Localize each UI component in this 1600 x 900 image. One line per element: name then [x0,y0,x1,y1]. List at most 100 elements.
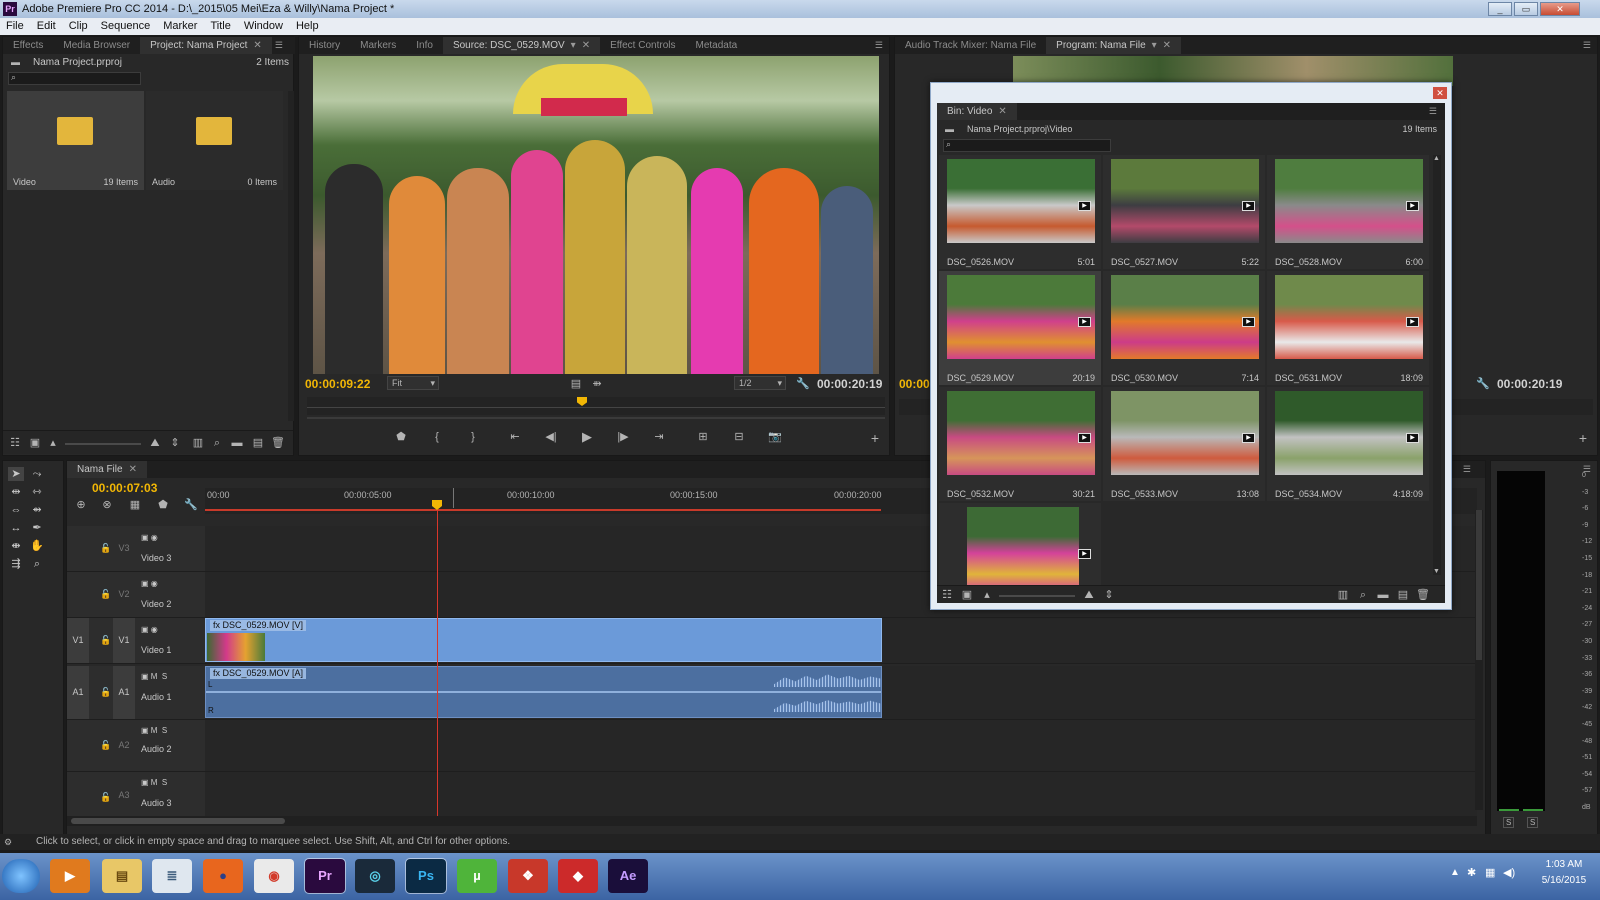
bin-thumbnail[interactable]: ▶Nama File20:19 [939,503,1101,585]
drag-video-icon[interactable]: ▤ [566,376,586,392]
after-effects-taskbar-icon[interactable]: Ae [608,859,648,893]
fit-select[interactable]: Fit ▾ [387,376,439,390]
video-clip[interactable]: fx DSC_0529.MOV [V] [205,618,882,662]
slide-tool-icon[interactable]: ⇼ [8,539,24,553]
close-tab-icon[interactable]: ✕ [129,464,137,475]
bin-audio[interactable]: Audio 0 Items [146,91,283,190]
new-item-icon[interactable]: ▤ [1393,587,1413,603]
solo-button[interactable]: S [162,726,167,735]
show-hidden-icons-icon[interactable]: ▲ [1450,867,1460,878]
tab-bin-video[interactable]: Bin: Video ✕ [937,103,1017,120]
automate-icon[interactable]: ▥ [188,435,208,451]
new-item-icon[interactable]: ▤ [248,435,268,451]
menu-help[interactable]: Help [290,18,326,35]
mute-button[interactable]: M [151,778,158,787]
playhead-marker-icon[interactable] [577,397,587,406]
track-forward-tool-icon[interactable]: ⇶ [8,557,24,571]
list-view-icon[interactable]: ☷ [937,587,957,603]
add-marker-icon[interactable]: ⬟ [153,497,173,513]
timeline-timecode[interactable]: 00:00:07:03 [92,481,157,495]
bin-thumbnail[interactable]: ▶ DSC_0529.MOV 20:19 [939,271,1101,385]
close-tab-icon[interactable]: ✕ [998,106,1006,117]
photoshop-taskbar-icon[interactable]: Ps [405,858,447,894]
track-lane-a3[interactable] [205,772,1477,820]
bin-search-input[interactable]: ⌕ [943,139,1111,152]
project-scrollbar[interactable] [288,91,294,421]
tab-markers[interactable]: Markers [350,37,406,54]
panel-menu-icon[interactable]: ☰ [275,40,283,51]
add-marker-icon[interactable]: ⬟ [391,429,411,445]
menu-marker[interactable]: Marker [157,18,204,35]
mark-in-icon[interactable]: { [427,429,447,445]
solo-button[interactable]: S [162,672,167,681]
track-target-v3[interactable]: V3 [113,526,135,571]
zoom-slider[interactable] [999,595,1075,597]
new-bin-icon[interactable]: ▬ [227,435,247,451]
firefox-taskbar-icon[interactable]: ● [203,859,243,893]
zoom-tool-icon[interactable]: ⌕ [29,557,45,571]
trash-icon[interactable]: 🗑 [268,435,288,451]
icon-view-icon[interactable]: ▣ [957,587,977,603]
bin-thumbnail[interactable]: ▶ DSC_0528.MOV 6:00 [1267,155,1429,269]
close-tab-icon[interactable]: ✕ [1163,40,1171,51]
utorrent-taskbar-icon[interactable]: µ [457,859,497,893]
track-target-a1[interactable]: A1 [113,666,135,719]
rate-stretch-tool-icon[interactable]: ⇔ [8,503,24,517]
icon-view-icon[interactable]: ▣ [25,435,45,451]
network-icon[interactable]: ▦ [1485,866,1495,879]
scroll-thumb[interactable] [71,818,285,824]
lock-icon[interactable]: 🔓 [100,687,111,698]
source-timecode-current[interactable]: 00:00:09:22 [305,377,370,391]
close-button[interactable]: ✕ [1540,2,1580,16]
tab-project[interactable]: Project: Nama Project ✕ [140,37,272,54]
wrench-icon[interactable]: 🔧 [181,497,201,513]
lock-icon[interactable]: 🔓 [100,543,111,554]
selection-tool-icon[interactable]: ➤ [8,467,24,481]
menu-clip[interactable]: Clip [63,18,95,35]
toggle-output-icon[interactable]: ▣ ◉ [141,579,158,588]
bin-thumbnail[interactable]: ▶ DSC_0530.MOV 7:14 [1103,271,1265,385]
track-header-v2[interactable]: 🔓 V2 ▣ ◉ Video 2 [67,572,205,618]
audio-clip[interactable]: fx DSC_0529.MOV [A] L R [205,666,882,718]
track-header-a2[interactable]: 🔓 A2 ▣ M S Audio 2 [67,720,205,772]
toggle-output-icon[interactable]: ▣ ◉ [141,625,158,634]
zoom-in-icon[interactable]: ⛰ [1079,587,1099,603]
voice-icon[interactable]: ▣ [141,672,151,681]
dropdown-icon[interactable]: ▾ [1152,40,1157,51]
zoom-in-icon[interactable]: ⛰ [145,435,165,451]
find-icon[interactable]: ⌕ [207,435,227,451]
maximize-button[interactable]: ▭ [1514,2,1538,16]
clock-date[interactable]: 5/16/2015 [1536,875,1592,886]
close-window-icon[interactable]: ✕ [1433,87,1447,99]
tab-audio-track-mixer[interactable]: Audio Track Mixer: Nama File [895,37,1046,54]
bin-scrollbar[interactable]: ▲ ▼ [1433,155,1441,575]
timeline-vertical-scrollbar[interactable] [1475,510,1483,810]
volume-icon[interactable]: ◀) [1503,866,1515,879]
chrome-taskbar-icon[interactable]: ◉ [254,859,294,893]
zoom-out-icon[interactable]: ▴ [43,435,63,451]
lock-icon[interactable]: 🔓 [100,740,111,751]
close-tab-icon[interactable]: ✕ [582,40,590,51]
menu-edit[interactable]: Edit [31,18,63,35]
tab-info[interactable]: Info [406,37,443,54]
start-orb-button[interactable] [2,859,40,893]
explorer-taskbar-icon[interactable]: ▤ [102,859,142,893]
bin-thumbnail[interactable]: ▶ DSC_0527.MOV 5:22 [1103,155,1265,269]
source-video-frame[interactable] [313,56,879,374]
solo-right-button[interactable]: S [1527,817,1539,828]
tab-program[interactable]: Program: Nama File ▾ ✕ [1046,37,1182,54]
zoom-bar[interactable] [307,417,885,419]
scroll-up-icon[interactable]: ▲ [1433,155,1440,162]
play-icon[interactable]: ▶ [577,429,597,445]
trash-icon[interactable]: 🗑 [1413,587,1433,603]
sort-icon[interactable]: ⇕ [165,435,185,451]
lock-icon[interactable]: 🔓 [100,635,111,646]
close-tab-icon[interactable]: ✕ [253,40,261,51]
go-to-out-icon[interactable]: ⇥ [649,429,669,445]
track-header-v1[interactable]: V1 🔓 V1 ▣ ◉ Video 1 [67,618,205,664]
solo-left-button[interactable]: S [1503,817,1515,828]
dropdown-icon[interactable]: ▾ [571,40,576,51]
overwrite-icon[interactable]: ⊟ [729,429,749,445]
panel-menu-icon[interactable]: ☰ [1429,106,1437,117]
track-target-v2[interactable]: V2 [113,572,135,617]
